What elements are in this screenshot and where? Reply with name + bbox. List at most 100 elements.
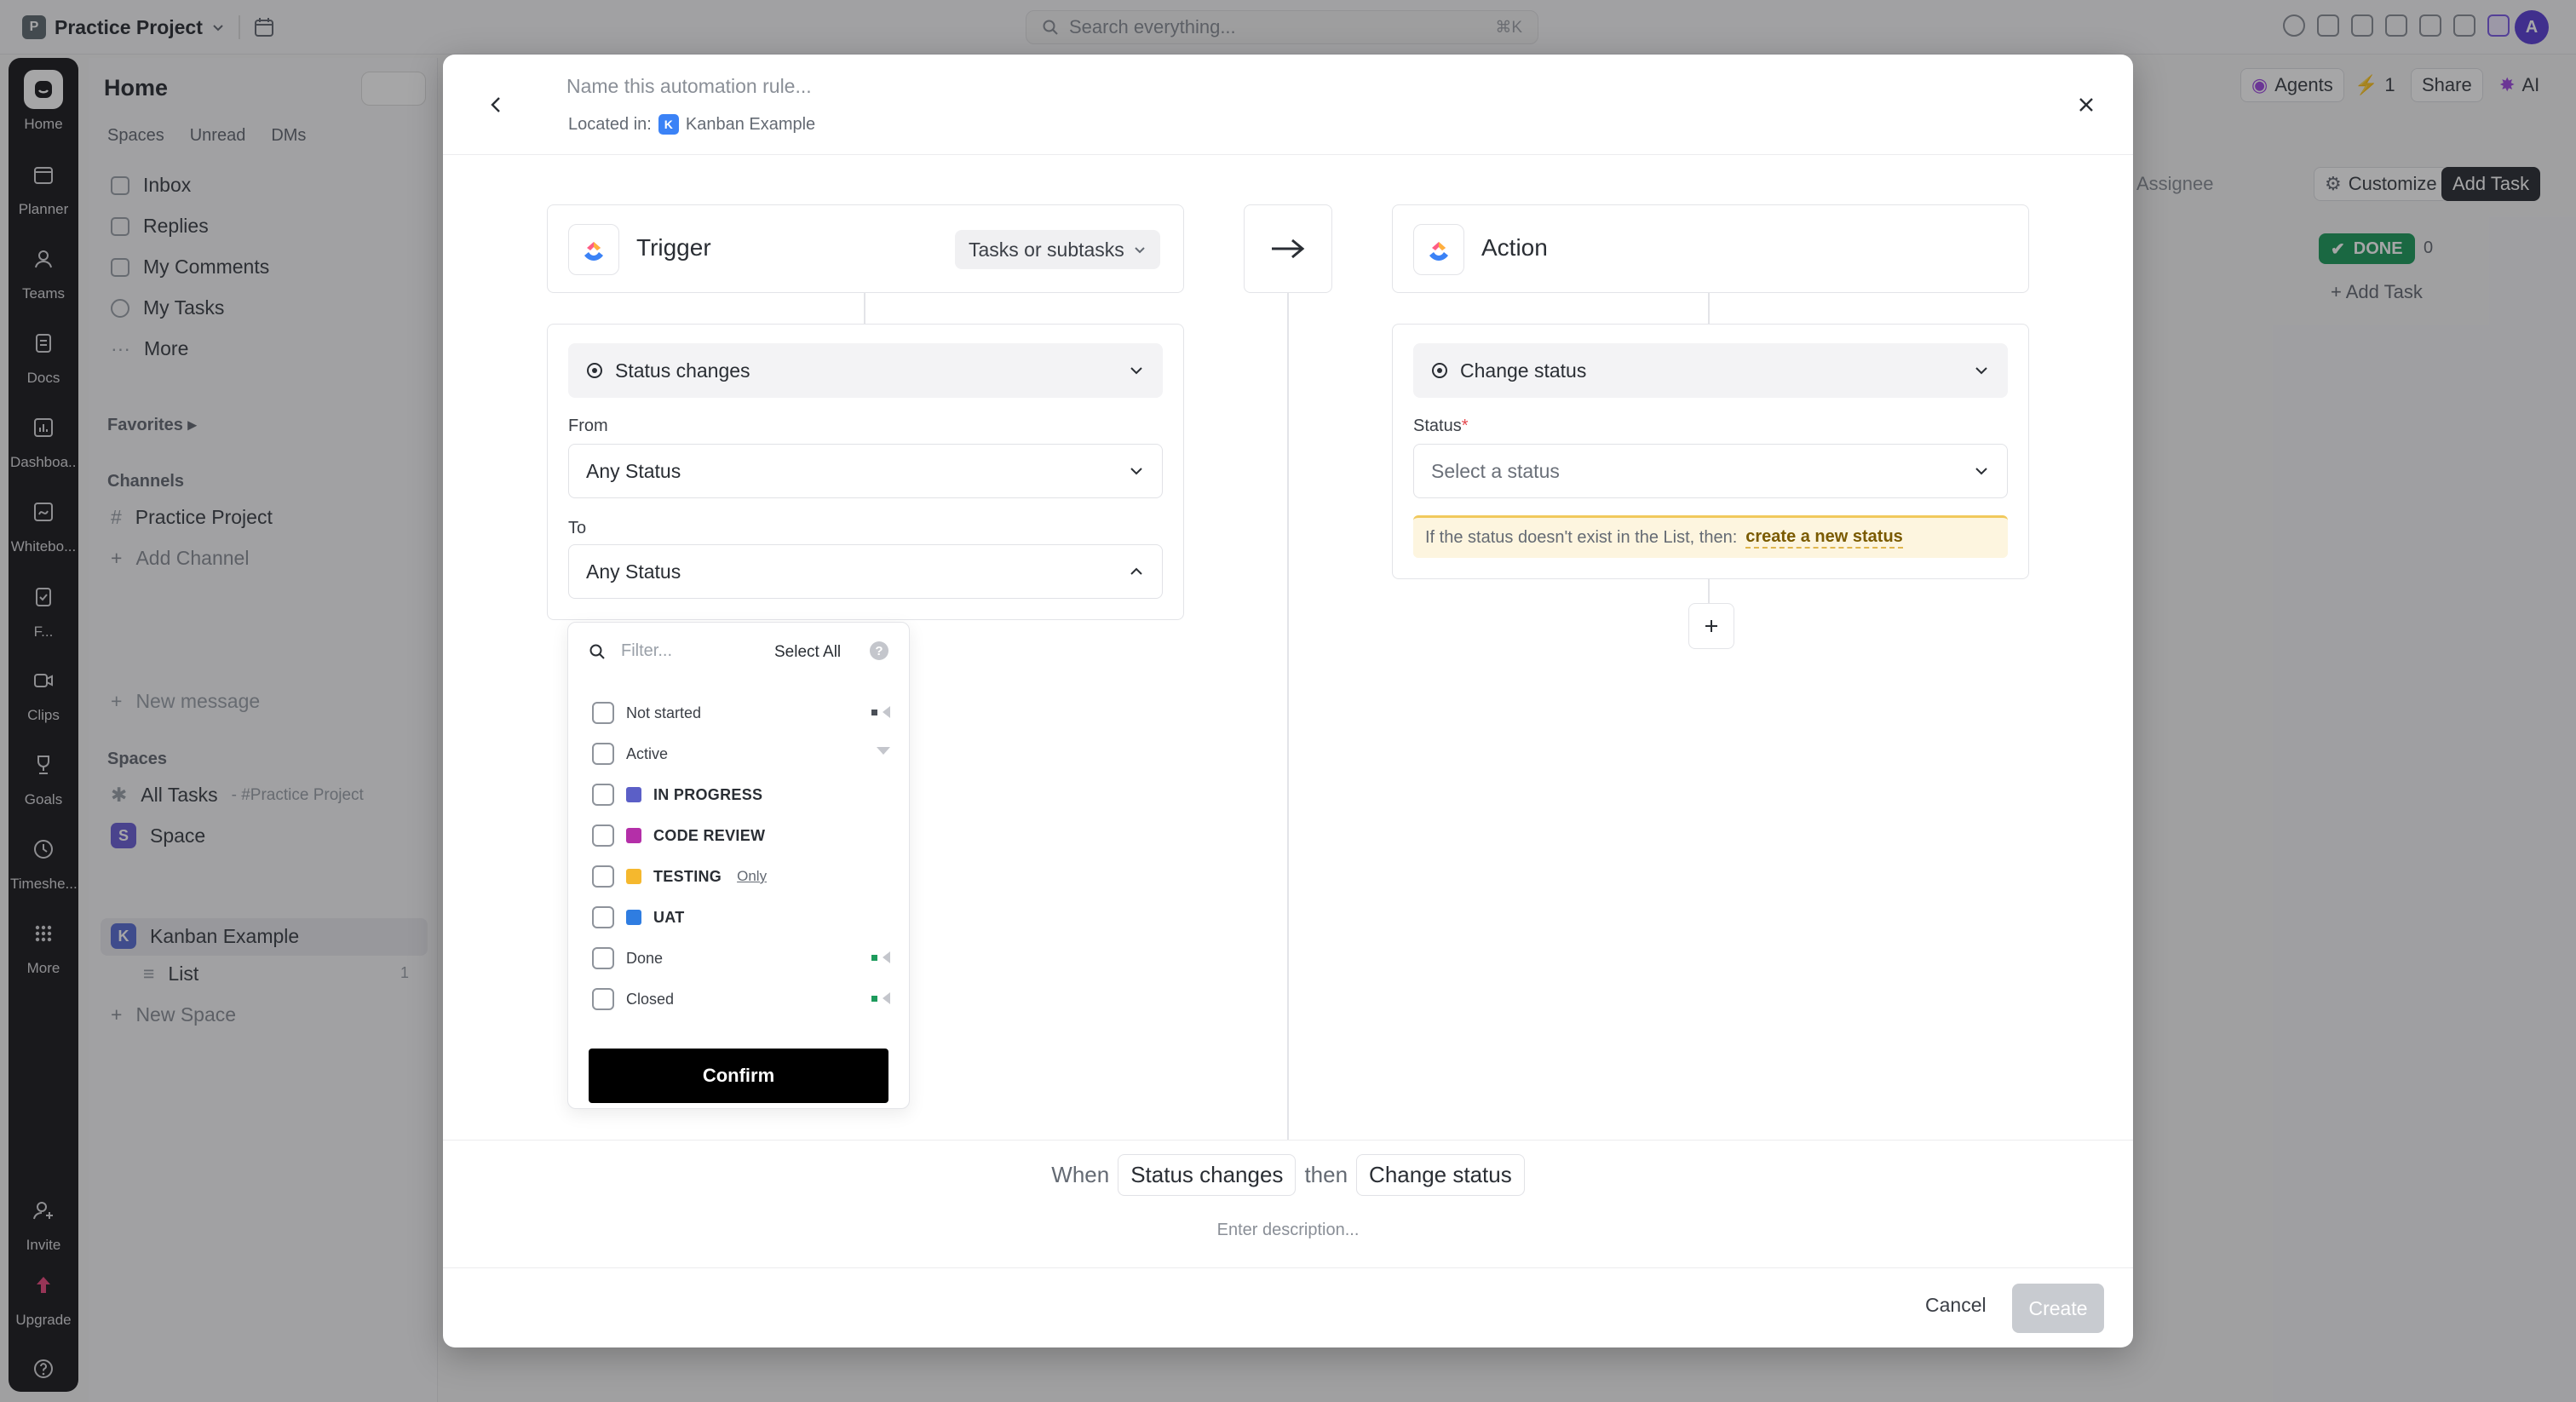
- status-circle-icon: [1432, 363, 1447, 378]
- status-color-swatch: [626, 828, 641, 843]
- clickup-logo-icon: [568, 224, 619, 275]
- warning-text: If the status doesn't exist in the List,…: [1425, 528, 1738, 547]
- status-option-testing[interactable]: TESTING Only: [592, 859, 899, 893]
- status-option-code-review[interactable]: CODE REVIEW: [592, 819, 899, 853]
- flow-arrow: [1244, 204, 1332, 293]
- option-label: UAT: [653, 908, 685, 926]
- expand-toggle-icon[interactable]: [877, 747, 890, 755]
- option-label: Closed: [626, 990, 675, 1008]
- to-status-value: Any Status: [586, 560, 681, 583]
- status-dropdown: Filter... Select All ? Not started Activ…: [567, 622, 910, 1109]
- filter-placeholder: Filter...: [621, 641, 673, 660]
- modal-footer: Cancel Create: [443, 1267, 2133, 1347]
- help-icon[interactable]: ?: [870, 641, 888, 660]
- trigger-config: Status changes From Any Status To Any St…: [547, 324, 1184, 620]
- required-marker: *: [1461, 417, 1469, 435]
- action-status-select[interactable]: Select a status: [1413, 444, 2008, 498]
- summary-when: When: [1051, 1162, 1110, 1187]
- back-arrow-icon[interactable]: [484, 92, 509, 118]
- rule-name-input[interactable]: Name this automation rule...: [566, 75, 812, 98]
- description-input[interactable]: Enter description...: [443, 1221, 2133, 1240]
- option-label: Active: [626, 744, 669, 762]
- trigger-scope-select[interactable]: Tasks or subtasks: [955, 230, 1160, 269]
- status-label: Status*: [1413, 417, 1469, 435]
- to-label: To: [568, 519, 587, 537]
- automation-modal: Name this automation rule... Located in:…: [443, 55, 2133, 1347]
- status-option-in-progress[interactable]: IN PROGRESS: [592, 778, 899, 812]
- action-title: Action: [1481, 234, 1548, 261]
- action-card: Action: [1392, 204, 2029, 293]
- location-badge: K: [658, 114, 679, 135]
- action-event-label: Change status: [1460, 359, 1587, 382]
- checkbox[interactable]: [592, 743, 614, 765]
- connector-line: [1708, 579, 1710, 603]
- status-color-swatch: [626, 869, 641, 884]
- checkbox[interactable]: [592, 784, 614, 806]
- trigger-title: Trigger: [636, 234, 711, 261]
- status-option-closed[interactable]: Closed: [592, 982, 899, 1016]
- clickup-logo-icon: [1413, 224, 1464, 275]
- to-status-select[interactable]: Any Status: [568, 544, 1163, 599]
- modal-header: Name this automation rule... Located in:…: [443, 55, 2133, 155]
- trigger-event-label: Status changes: [615, 359, 750, 382]
- status-option-uat[interactable]: UAT: [592, 900, 899, 934]
- action-config: Change status Status* Select a status If…: [1392, 324, 2029, 579]
- close-icon[interactable]: [2073, 92, 2099, 118]
- chevron-down-icon: [1975, 468, 1987, 475]
- status-option-active[interactable]: Active: [592, 737, 899, 771]
- chevron-down-icon: [1130, 367, 1142, 375]
- chevron-down-icon: [1130, 468, 1142, 475]
- trigger-scope-label: Tasks or subtasks: [969, 238, 1124, 261]
- located-in-label: Located in:: [568, 114, 652, 134]
- status-option-done[interactable]: Done: [592, 941, 899, 975]
- plus-icon: [1705, 620, 1717, 632]
- add-action-button[interactable]: [1688, 603, 1734, 649]
- cancel-button[interactable]: Cancel: [1925, 1294, 1987, 1317]
- summary-sentence: When Status changes then Change status: [443, 1154, 2133, 1196]
- checkbox[interactable]: [592, 865, 614, 888]
- checkbox[interactable]: [592, 988, 614, 1010]
- option-label: Not started: [626, 704, 702, 721]
- search-icon: [589, 644, 605, 659]
- collapse-toggle-icon[interactable]: [871, 951, 890, 963]
- trigger-event-select[interactable]: Status changes: [568, 343, 1163, 398]
- create-button[interactable]: Create: [2012, 1284, 2104, 1333]
- checkbox[interactable]: [592, 825, 614, 847]
- from-status-value: Any Status: [586, 459, 681, 482]
- option-label: Done: [626, 949, 664, 967]
- option-label: CODE REVIEW: [653, 826, 766, 844]
- rule-location: Located in: K Kanban Example: [568, 114, 815, 135]
- checkbox[interactable]: [592, 702, 614, 724]
- status-color-swatch: [626, 787, 641, 802]
- collapse-toggle-icon[interactable]: [871, 706, 890, 718]
- missing-status-warning: If the status doesn't exist in the List,…: [1413, 515, 2008, 558]
- checkbox[interactable]: [592, 947, 614, 969]
- summary-then: then: [1304, 1162, 1348, 1187]
- chevron-down-icon: [1135, 247, 1145, 254]
- arrow-right-icon: [1272, 238, 1305, 259]
- create-status-link[interactable]: create a new status: [1745, 527, 1903, 549]
- status-option-not-started[interactable]: Not started: [592, 696, 899, 730]
- trigger-card: Trigger Tasks or subtasks: [547, 204, 1184, 293]
- only-link[interactable]: Only: [737, 868, 767, 885]
- location-name[interactable]: Kanban Example: [686, 115, 815, 135]
- from-status-select[interactable]: Any Status: [568, 444, 1163, 498]
- option-label: TESTING: [653, 867, 722, 885]
- chevron-down-icon: [1975, 367, 1987, 375]
- select-all-button[interactable]: Select All: [774, 643, 841, 662]
- action-event-select[interactable]: Change status: [1413, 343, 2008, 398]
- option-label: IN PROGRESS: [653, 785, 763, 803]
- connector-line: [864, 293, 865, 324]
- status-color-swatch: [626, 910, 641, 925]
- summary-trigger-chip[interactable]: Status changes: [1118, 1154, 1297, 1196]
- column-divider: [1287, 293, 1289, 1140]
- collapse-toggle-icon[interactable]: [871, 992, 890, 1004]
- connector-line: [1708, 293, 1710, 324]
- checkbox[interactable]: [592, 906, 614, 928]
- rule-summary: When Status changes then Change status E…: [443, 1140, 2133, 1267]
- confirm-button[interactable]: Confirm: [589, 1049, 888, 1103]
- action-status-placeholder: Select a status: [1431, 459, 1560, 482]
- from-label: From: [568, 417, 608, 435]
- status-filter-input[interactable]: Filter...: [589, 641, 672, 661]
- summary-action-chip[interactable]: Change status: [1356, 1154, 1525, 1196]
